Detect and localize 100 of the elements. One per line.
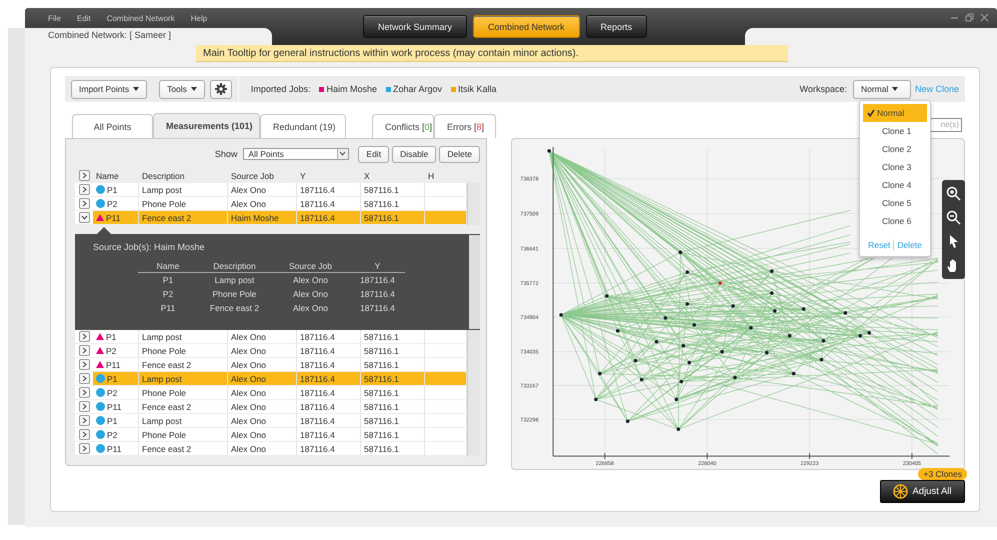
menu-item[interactable]: File: [48, 14, 61, 28]
expand-button[interactable]: [78, 373, 90, 384]
table-cell-text: Alex Ono: [292, 289, 329, 299]
job-name: Itsik Kalla: [458, 84, 497, 94]
expand-button[interactable]: [78, 331, 90, 342]
table-row[interactable]: P1 Lamp post Alex Ono 187116.4 587116.1: [75, 372, 480, 386]
table-cell: 587116.1: [361, 414, 425, 428]
settings-button[interactable]: [210, 80, 232, 98]
table-cell: 187116.4: [297, 400, 361, 414]
action-button[interactable]: Edit: [358, 146, 390, 162]
table-cell: Alex Ono: [228, 183, 297, 197]
table-cell: Alex Ono: [228, 330, 297, 344]
table-cell: 187116.4: [297, 344, 361, 358]
job-name: Zohar Argov: [392, 84, 442, 94]
menu-item[interactable]: Clone 3: [863, 158, 927, 176]
scrollbar[interactable]: [469, 235, 480, 329]
expand-button[interactable]: [78, 401, 90, 412]
menu-item[interactable]: Clone 4: [863, 176, 927, 194]
menu-item[interactable]: Clone 1: [863, 122, 927, 140]
table-cell: Phone Pole: [139, 197, 228, 211]
expand-button[interactable]: [78, 359, 90, 370]
zoom-out-icon: [946, 210, 961, 226]
table-cell: 587116.1: [361, 358, 425, 372]
table-row[interactable]: P2 Phone Pole Alex Ono 187116.4 587116.1: [75, 197, 480, 211]
table-row[interactable]: P2 Phone Pole Alex Ono 187116.4 587116.1: [75, 344, 480, 358]
table-row[interactable]: P11 Fence east 2 Alex Ono 187116.4 587116.1: [75, 358, 480, 372]
tools-button[interactable]: Tools: [159, 80, 205, 98]
show-select[interactable]: All Points: [243, 148, 350, 160]
table-row[interactable]: P1 Lamp post Alex Ono 187116.4 587116.1: [75, 183, 480, 197]
column-header: Source Job: [288, 261, 333, 271]
table-cell: Lamp post: [139, 372, 228, 386]
table-row[interactable]: P2 Phone Pole Alex Ono 187116.4 587116.1: [75, 386, 480, 400]
expand-button[interactable]: [78, 429, 90, 440]
menu-item[interactable]: Normal: [863, 104, 927, 122]
menu-item[interactable]: Combined Network: [106, 14, 175, 28]
table-cell: Alex Ono: [228, 197, 297, 211]
workspace-dropdown[interactable]: Normal: [852, 80, 911, 98]
action-button[interactable]: Disable: [392, 146, 436, 162]
action-button[interactable]: Delete: [439, 146, 480, 162]
zoom-in-icon: [946, 186, 961, 202]
tab[interactable]: Conflicts [0]: [372, 114, 434, 138]
tab[interactable]: Redundant (19): [260, 114, 346, 138]
table-cell: Alex Ono: [228, 428, 297, 442]
table-cell-text: Alex Ono: [292, 275, 329, 285]
table-row[interactable]: P2 Phone Pole Alex Ono 187116.4 587116.1: [75, 428, 480, 442]
table-cell: Fence east 2: [139, 442, 228, 456]
table-row[interactable]: P11 Fence east 2 Alex Ono 187116.4 587116.1: [75, 400, 480, 414]
table-cell: Lamp post: [139, 414, 228, 428]
table-cell-text: P11: [160, 303, 176, 313]
expand-button[interactable]: [78, 345, 90, 356]
breadcrumb: Combined Network: [ Sameer ]: [48, 30, 172, 40]
menu-item[interactable]: Edit: [76, 14, 91, 28]
point-name: P2: [107, 198, 118, 208]
adjust-all-button[interactable]: Adjust All: [880, 480, 965, 503]
menu-item[interactable]: Clone 6: [863, 212, 927, 230]
expand-button[interactable]: [78, 184, 90, 195]
table-cell: Phone Pole: [139, 344, 228, 358]
expand-button[interactable]: [78, 415, 90, 426]
imported-jobs-label: Imported Jobs:: [250, 84, 310, 94]
menu-item[interactable]: Clone 5: [863, 194, 927, 212]
point-name: P11: [107, 402, 122, 412]
job-name: Haim Moshe: [326, 84, 377, 94]
restore-icon[interactable]: [965, 13, 974, 22]
tab[interactable]: Measurements (101): [153, 113, 260, 138]
expand-button[interactable]: [78, 198, 90, 209]
table-cell-text: Alex Ono: [292, 303, 329, 313]
column-header: Description: [212, 261, 257, 271]
zoom-out-button[interactable]: [944, 208, 963, 228]
table-cell-text: 187116.4: [359, 303, 396, 313]
expand-all-button[interactable]: [78, 170, 90, 181]
column-header: Name: [156, 261, 180, 271]
tab[interactable]: All Points: [72, 114, 153, 138]
expand-button[interactable]: [78, 443, 90, 454]
table-cell: 587116.1: [361, 197, 425, 211]
table-cell: Alex Ono: [228, 400, 297, 414]
tab[interactable]: Errors [8]: [434, 114, 496, 138]
nav-tab[interactable]: Reports: [586, 15, 648, 38]
import-points-button[interactable]: Import Points: [71, 80, 148, 98]
table-cell: 587116.1: [361, 400, 425, 414]
table-cell-text: Lamp post: [214, 275, 256, 285]
close-icon[interactable]: [980, 13, 989, 22]
expand-button[interactable]: [78, 387, 90, 398]
show-label: Show: [214, 149, 238, 159]
table-cell: Lamp post: [139, 330, 228, 344]
menu-item[interactable]: Help: [190, 14, 208, 28]
point-name: P11: [107, 444, 122, 454]
table-row[interactable]: P1 Lamp post Alex Ono 187116.4 587116.1: [75, 330, 480, 344]
point-name: P1: [107, 184, 118, 194]
table-row[interactable]: P1 Lamp post Alex Ono 187116.4 587116.1: [75, 414, 480, 428]
nav-tab[interactable]: Combined Network: [473, 15, 580, 38]
table-cell: Phone Pole: [139, 428, 228, 442]
pointer-icon: [948, 234, 960, 248]
table-row[interactable]: P11 Fence east 2 Haim Moshe 187116.4 587116.1: [75, 211, 480, 225]
column-header: Y: [374, 261, 382, 271]
zoom-in-button[interactable]: [944, 184, 963, 204]
clones-badge: +3 Clones: [918, 468, 967, 480]
menu-item[interactable]: Clone 2: [863, 140, 927, 158]
nav-tab[interactable]: Network Summary: [363, 15, 468, 38]
expand-button[interactable]: [78, 212, 90, 223]
table-row[interactable]: P11 Fence east 2 Alex Ono 187116.4 587116.1: [75, 442, 480, 456]
